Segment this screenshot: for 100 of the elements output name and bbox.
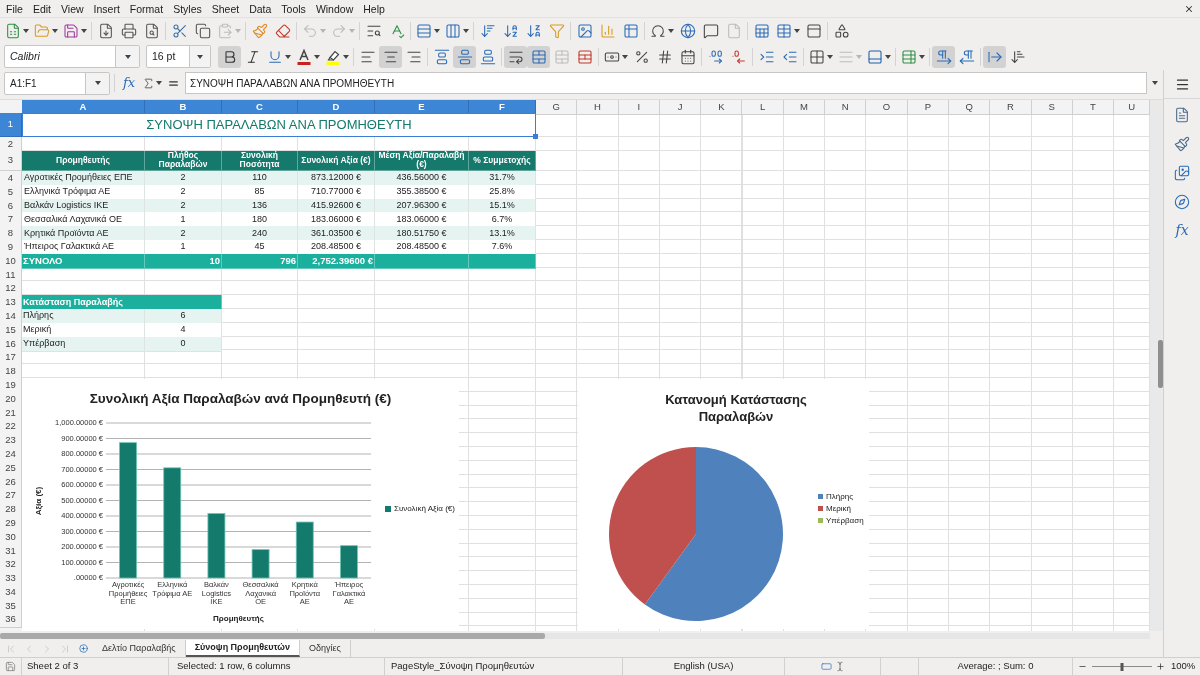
highlighter-icon (324, 48, 341, 65)
column-header[interactable]: L (742, 100, 784, 116)
column-header[interactable]: S (1031, 100, 1073, 116)
column-header[interactable]: K (701, 100, 743, 116)
column-header[interactable]: G (536, 100, 578, 116)
sheet-cell[interactable]: ΣΥΝΟΨΗ ΠΑΡΑΛΑΒΩΝ ΑΝΑ ΠΡΟΜΗΘΕΥΤΗ (22, 113, 536, 137)
redo-icon (330, 22, 347, 39)
menu-item[interactable]: Edit (27, 0, 56, 17)
name-box[interactable]: A1:F1 (4, 71, 110, 95)
sheet-tab[interactable]: Δελτίο Παραλαβής (93, 640, 186, 657)
menu-item[interactable]: Sheet (206, 0, 245, 17)
align-center-button[interactable] (379, 45, 402, 68)
cell-grid[interactable] (0, 100, 1150, 631)
menu-item[interactable]: Format (124, 0, 169, 17)
fill-handle[interactable] (533, 134, 538, 139)
functions-button[interactable]: fx (1170, 216, 1194, 245)
vertical-scrollbar[interactable] (1150, 100, 1163, 631)
column-header[interactable]: R (990, 100, 1032, 116)
caret-icon (667, 28, 674, 33)
legend-label: Μερική (826, 504, 851, 513)
merge-center-button[interactable] (527, 45, 550, 68)
zoom-slider[interactable] (1092, 661, 1152, 672)
row-header[interactable]: 36 (0, 612, 22, 628)
align-middle-button[interactable] (453, 45, 476, 68)
column-header[interactable]: P (907, 100, 949, 116)
row-header[interactable]: 1 (0, 113, 22, 137)
images-icon (1174, 164, 1190, 181)
column-header[interactable]: U (1114, 100, 1150, 116)
menu-item[interactable]: Help (358, 0, 390, 17)
legend-label: Συνολική Αξία (€) (394, 503, 455, 515)
font-name-field[interactable]: Calibri (4, 45, 140, 68)
bold-button[interactable] (218, 45, 241, 68)
spreadsheet-file-icon (4, 22, 21, 39)
text-cursor-icon[interactable] (835, 661, 845, 672)
column-header[interactable]: J (659, 100, 702, 116)
caret-icon (22, 28, 29, 33)
page-style: PageStyle_Σύνοψη Προμηθευτών (391, 659, 535, 674)
header-cell[interactable]: Συνολική Ποσότητα (222, 150, 298, 171)
rectangle-icon[interactable] (820, 661, 833, 672)
language: English (USA) (673, 659, 734, 674)
caret-icon (197, 54, 203, 59)
zoom-thumb[interactable] (1120, 662, 1124, 671)
header-cell[interactable]: % Συμμετοχής (469, 150, 536, 171)
arrows-down-icon (1009, 48, 1026, 65)
column-header[interactable]: Q (948, 100, 991, 116)
caret-icon (433, 28, 440, 33)
pilcrow-icon (958, 48, 975, 65)
pilcrow-icon (935, 48, 952, 65)
scroll-thumb[interactable] (1158, 340, 1163, 388)
sigma-icon (142, 76, 155, 90)
menu-item[interactable]: File (1, 0, 28, 17)
paintbrush-icon (251, 22, 268, 39)
header-cell[interactable]: Πλήθος Παραλαβών (145, 150, 222, 171)
menu-item[interactable]: View (56, 0, 89, 17)
scroll-thumb[interactable] (0, 633, 545, 639)
percent-icon (633, 48, 650, 65)
column-header[interactable]: H (577, 100, 619, 116)
sheet-tab[interactable]: Σύνοψη Προμηθευτών (185, 640, 300, 657)
font-size-field[interactable]: 16 pt (146, 45, 211, 68)
column-header[interactable]: O (866, 100, 908, 116)
column-header[interactable]: T (1072, 100, 1115, 116)
left-to-right-button[interactable] (932, 45, 955, 68)
save-icon[interactable] (5, 661, 16, 672)
compass-icon (1174, 193, 1190, 210)
column-header[interactable]: M (783, 100, 826, 116)
column-header[interactable]: I (618, 100, 660, 116)
sheet-tab[interactable]: Οδηγίες (299, 640, 351, 657)
chart-bar (340, 545, 358, 579)
sheet-indicator: Sheet 2 of 3 (27, 659, 79, 674)
column-header[interactable]: N (825, 100, 867, 116)
caret-icon (1152, 81, 1158, 85)
header-cell[interactable]: Προμηθευτής (22, 150, 145, 171)
selection-info: Selected: 1 row, 6 columns (177, 659, 291, 674)
menu-item[interactable]: Styles (168, 0, 207, 17)
caret-icon (80, 28, 87, 33)
merged-cells-icon (553, 48, 570, 65)
horizontal-scrollbar[interactable] (545, 633, 1150, 639)
chart-title: Κατανομή Κατάστασης Παραλαβών (664, 391, 808, 425)
sum-info: Average: ; Sum: 0 (957, 659, 1034, 674)
text-horizontal-button[interactable] (983, 45, 1006, 68)
menu-item[interactable]: Window (310, 0, 359, 17)
document-arrow-icon (97, 22, 114, 39)
zoom-in-button[interactable] (1154, 660, 1166, 673)
function-wizard-button[interactable]: fx (119, 73, 139, 93)
menu-item[interactable]: Data (244, 0, 277, 17)
header-cell[interactable]: Συνολική Αξία (€) (298, 150, 375, 171)
sort-icon (479, 22, 496, 39)
menu-item[interactable]: Insert (88, 0, 125, 17)
undo-icon (301, 22, 318, 39)
formula-input[interactable]: ΣΥΝΟΨΗ ΠΑΡΑΛΑΒΩΝ ΑΝΑ ΠΡΟΜΗΘΕΥΤΗ (185, 72, 1147, 94)
wrap-text-button[interactable] (504, 45, 527, 68)
decimals-icon (707, 48, 724, 65)
caret-icon (855, 54, 862, 59)
header-cell[interactable]: Μέση Αξία/Παραλαβή (€) (375, 150, 469, 171)
caret-icon (124, 54, 131, 59)
globe-icon (679, 22, 696, 39)
merged-cells-icon (530, 48, 547, 65)
table-icon (775, 22, 792, 39)
row-header[interactable]: 3 (0, 150, 22, 171)
menu-item[interactable]: Tools (276, 0, 311, 17)
